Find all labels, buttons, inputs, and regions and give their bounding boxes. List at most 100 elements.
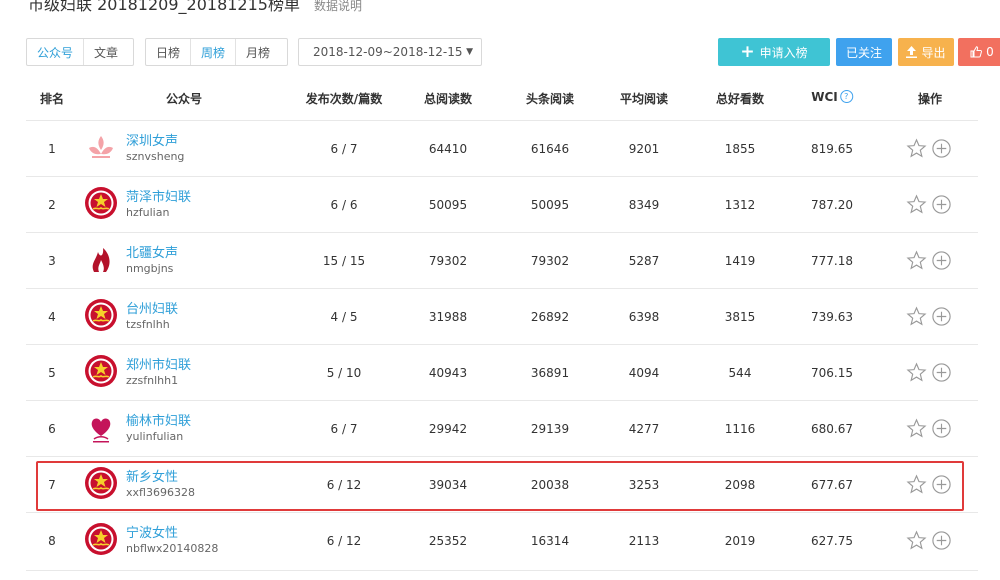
rank-cell: 7 <box>48 478 56 492</box>
account-name[interactable]: 郑州市妇联 <box>126 358 191 373</box>
star-icon[interactable] <box>906 362 927 383</box>
table-row: 5 5 / 10 40943 36891 4094 544 706.15 郑州市妇联 zzsfn… <box>26 344 978 401</box>
total-reads-cell: 40943 <box>428 366 468 380</box>
account-id: hzfulian <box>126 206 170 219</box>
add-circle-icon[interactable] <box>931 362 952 383</box>
account-cell[interactable]: 北疆女声 nmgbjns <box>84 233 178 289</box>
col-wci-label: WCI <box>811 90 838 104</box>
rank-cell: 3 <box>48 254 56 268</box>
date-range-select[interactable]: 2018-12-09~2018-12-15 ▼ <box>298 38 482 66</box>
star-icon[interactable] <box>906 530 927 551</box>
add-circle-icon[interactable] <box>931 530 952 551</box>
star-icon[interactable] <box>906 250 927 271</box>
headline-reads-cell: 50095 <box>530 198 570 212</box>
star-icon[interactable] <box>906 418 927 439</box>
account-cell[interactable]: 宁波女性 nbflwx20140828 <box>84 513 218 569</box>
wci-cell: 706.15 <box>811 366 853 380</box>
like-button[interactable]: 0 <box>958 38 1000 66</box>
table-header: 排名 公众号 发布次数/篇数 总阅读数 头条阅读 平均阅读 总好看数 WCI? … <box>26 90 978 116</box>
account-id: nbflwx20140828 <box>126 542 219 555</box>
plus-icon: + <box>740 41 755 62</box>
row-actions <box>906 306 952 327</box>
avg-reads-cell: 4094 <box>628 366 660 380</box>
account-name[interactable]: 新乡女性 <box>126 470 195 485</box>
posts-cell: 6 / 12 <box>326 478 362 492</box>
account-name[interactable]: 深圳女声 <box>126 134 184 149</box>
col-avg-reads: 平均阅读 <box>619 92 669 106</box>
add-circle-icon[interactable] <box>931 194 952 215</box>
total-reads-cell: 39034 <box>428 478 468 492</box>
tab-weekly[interactable]: 周榜 <box>190 39 235 65</box>
tab-articles[interactable]: 文章 <box>83 39 128 65</box>
flame-logo <box>84 242 118 280</box>
row-actions <box>906 194 952 215</box>
row-actions <box>906 250 952 271</box>
star-icon[interactable] <box>906 306 927 327</box>
export-button[interactable]: 导出 <box>898 38 954 66</box>
table-row: 6 6 / 7 29942 29139 4277 1116 680.67 榆林市妇联 yulin… <box>26 400 978 457</box>
tab-monthly[interactable]: 月榜 <box>235 39 280 65</box>
wci-cell: 787.20 <box>811 198 853 212</box>
add-circle-icon[interactable] <box>931 474 952 495</box>
rank-cell: 8 <box>48 534 56 548</box>
followed-label: 已关注 <box>845 45 882 60</box>
avg-reads-cell: 2113 <box>628 534 660 548</box>
likes-cell: 1855 <box>724 142 756 156</box>
col-headline-reads: 头条阅读 <box>525 92 575 106</box>
headline-reads-cell: 36891 <box>530 366 570 380</box>
avg-reads-cell: 4277 <box>628 422 660 436</box>
toolbar: 公众号 文章 日榜 周榜 月榜 2018-12-09~2018-12-15 ▼ … <box>26 38 1000 66</box>
star-icon[interactable] <box>906 138 927 159</box>
row-actions <box>906 530 952 551</box>
account-cell[interactable]: 菏泽市妇联 hzfulian <box>84 177 191 233</box>
apply-ranking-button[interactable]: + 申请入榜 <box>718 38 830 66</box>
upload-icon <box>906 46 918 58</box>
account-name[interactable]: 菏泽市妇联 <box>126 190 191 205</box>
col-actions: 操作 <box>917 92 943 106</box>
account-cell[interactable]: 榆林市妇联 yulinfulian <box>84 401 191 457</box>
headline-reads-cell: 16314 <box>530 534 570 548</box>
table-bottom-border <box>26 570 978 571</box>
add-circle-icon[interactable] <box>931 306 952 327</box>
account-id: tzsfnlhh <box>126 318 170 331</box>
date-range-value: 2018-12-09~2018-12-15 <box>313 45 463 59</box>
heart-logo <box>84 410 118 448</box>
total-reads-cell: 50095 <box>428 198 468 212</box>
tab-daily[interactable]: 日榜 <box>146 39 190 65</box>
star-icon[interactable] <box>906 194 927 215</box>
account-cell[interactable]: 新乡女性 xxfl3696328 <box>84 457 195 513</box>
account-cell[interactable]: 郑州市妇联 zzsfnlhh1 <box>84 345 191 401</box>
total-reads-cell: 64410 <box>428 142 468 156</box>
account-cell[interactable]: 深圳女声 sznvsheng <box>84 121 184 177</box>
ranking-page: 市级妇联 20181209_20181215榜单 数据说明 公众号 文章 日榜 周… <box>0 0 1000 580</box>
star-icon[interactable] <box>906 474 927 495</box>
data-note-link[interactable]: 数据说明 <box>314 0 362 13</box>
posts-cell: 15 / 15 <box>322 254 366 268</box>
add-circle-icon[interactable] <box>931 418 952 439</box>
avg-reads-cell: 8349 <box>628 198 660 212</box>
followed-button[interactable]: 已关注 <box>836 38 892 66</box>
account-id: nmgbjns <box>126 262 174 275</box>
col-account: 公众号 <box>165 92 203 106</box>
likes-cell: 2019 <box>724 534 756 548</box>
tab-accounts[interactable]: 公众号 <box>27 39 83 65</box>
rank-cell: 2 <box>48 198 56 212</box>
add-circle-icon[interactable] <box>931 250 952 271</box>
avg-reads-cell: 5287 <box>628 254 660 268</box>
help-icon[interactable]: ? <box>839 90 853 103</box>
posts-cell: 4 / 5 <box>330 310 358 324</box>
posts-cell: 5 / 10 <box>326 366 362 380</box>
col-likes: 总好看数 <box>715 92 765 106</box>
add-circle-icon[interactable] <box>931 138 952 159</box>
account-name[interactable]: 北疆女声 <box>126 246 178 261</box>
page-title-text: 市级妇联 20181209_20181215榜单 <box>28 0 300 14</box>
account-name[interactable]: 宁波女性 <box>126 526 218 541</box>
table-row: 8 6 / 12 25352 16314 2113 2019 627.75 宁波女性 nbflw… <box>26 512 978 569</box>
account-name[interactable]: 台州妇联 <box>126 302 178 317</box>
account-name[interactable]: 榆林市妇联 <box>126 414 191 429</box>
wci-cell: 680.67 <box>811 422 853 436</box>
avg-reads-cell: 6398 <box>628 310 660 324</box>
headline-reads-cell: 20038 <box>530 478 570 492</box>
account-cell[interactable]: 台州妇联 tzsfnlhh <box>84 289 178 345</box>
rank-cell: 1 <box>48 142 56 156</box>
